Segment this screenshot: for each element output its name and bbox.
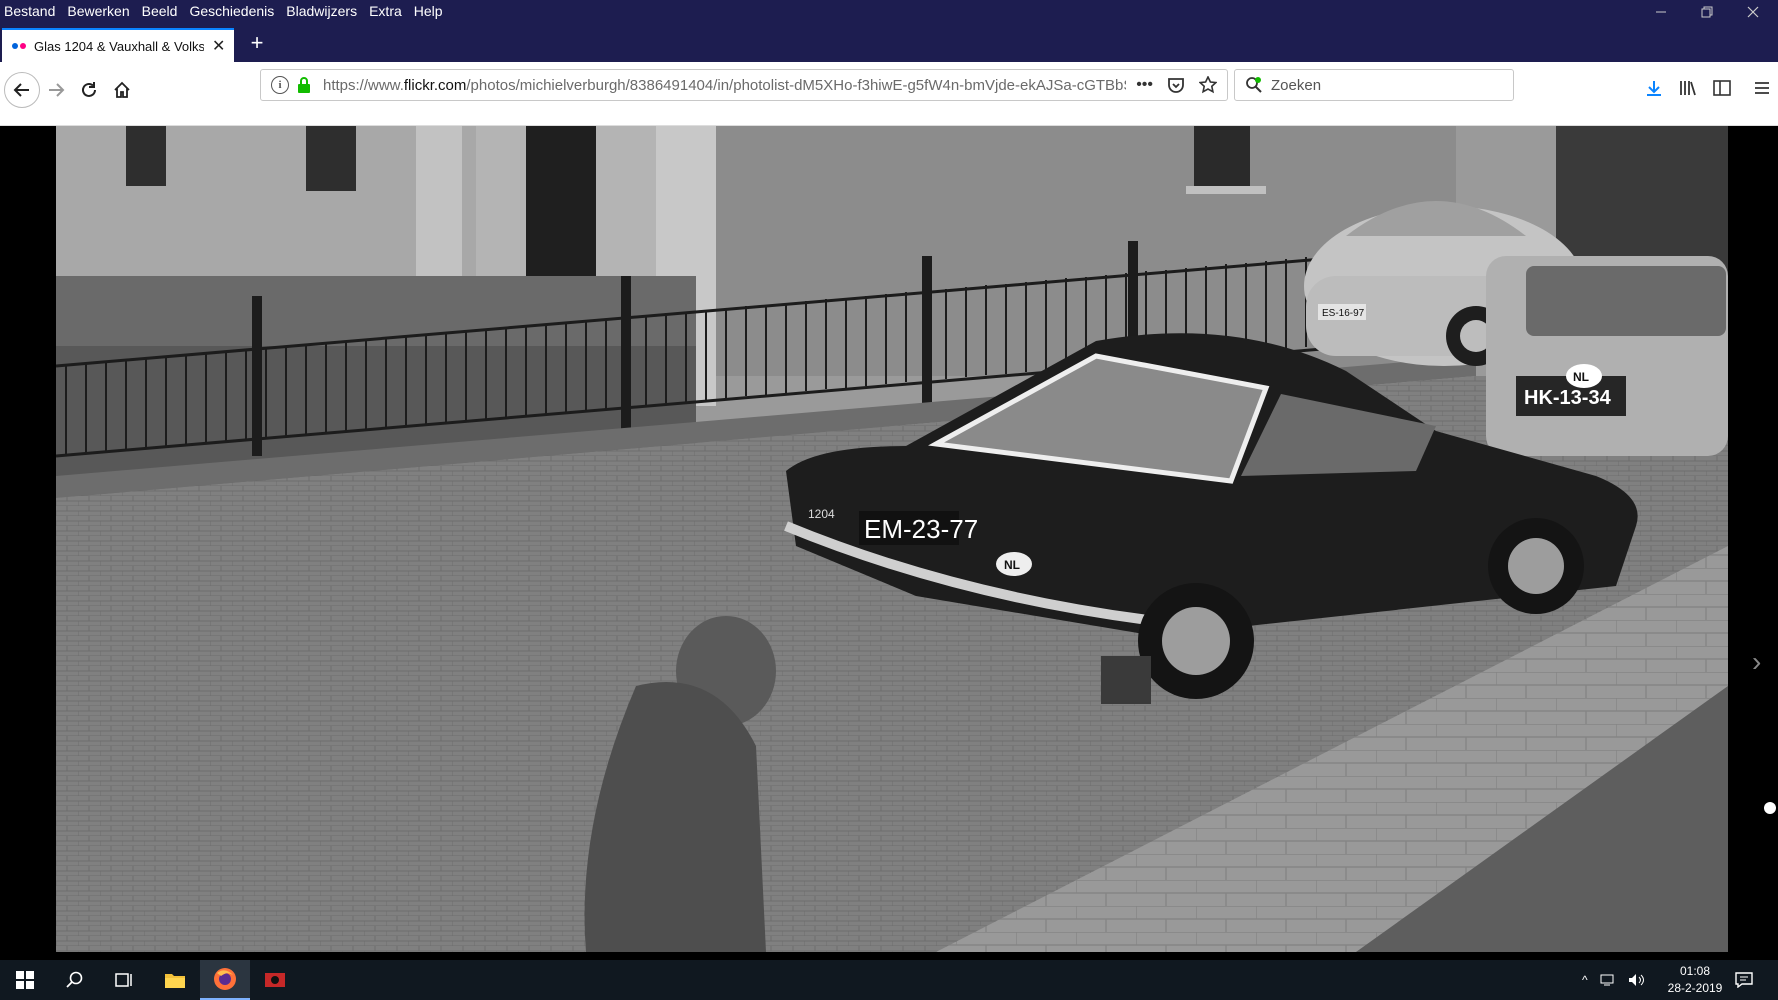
menu-geschiedenis[interactable]: Geschiedenis bbox=[189, 3, 274, 19]
menu-bladwijzers[interactable]: Bladwijzers bbox=[286, 3, 357, 19]
menu-help[interactable]: Help bbox=[414, 3, 443, 19]
download-icon bbox=[1647, 81, 1661, 96]
menu-extra[interactable]: Extra bbox=[369, 3, 402, 19]
reload-button[interactable] bbox=[71, 72, 107, 108]
address-bar[interactable]: i https://www.flickr.com/photos/michielv… bbox=[260, 69, 1228, 101]
flickr-photo[interactable]: ES-16-97 HK-13-34 NL EM-23-77 1204 NL bbox=[56, 126, 1728, 952]
menu-button[interactable] bbox=[1748, 74, 1776, 102]
glas-plate-text: EM-23-77 bbox=[864, 514, 978, 544]
street-scene-photo: ES-16-97 HK-13-34 NL EM-23-77 1204 NL bbox=[56, 126, 1728, 952]
windows-taskbar: ^ 01:08 28-2-2019 bbox=[0, 960, 1778, 1000]
file-explorer-button[interactable] bbox=[150, 960, 200, 1000]
taskbar-search-button[interactable] bbox=[50, 960, 100, 1000]
library-icon bbox=[1680, 81, 1696, 96]
tab-strip: Glas 1204 & Vauxhall & Volksw ✕ + bbox=[0, 24, 1778, 62]
firefox-taskbar-button[interactable] bbox=[200, 960, 250, 1000]
restore-icon bbox=[1701, 6, 1713, 18]
search-icon bbox=[66, 971, 83, 988]
forward-button[interactable] bbox=[38, 72, 74, 108]
app-icon bbox=[265, 973, 285, 987]
lock-icon bbox=[297, 77, 311, 93]
url-domain: flickr.com bbox=[403, 76, 467, 94]
tab-flickr[interactable]: Glas 1204 & Vauxhall & Volksw ✕ bbox=[2, 28, 234, 62]
scroll-handle[interactable] bbox=[1764, 802, 1776, 814]
sidebar-button[interactable] bbox=[1708, 74, 1736, 102]
beetle-plate-text: ES-16-97 bbox=[1322, 308, 1365, 319]
task-view-icon bbox=[115, 973, 132, 987]
page-actions: ••• bbox=[1126, 76, 1227, 94]
new-tab-button[interactable]: + bbox=[242, 28, 272, 58]
start-button[interactable] bbox=[0, 960, 50, 1000]
menu-items: Bestand Bewerken Beeld Geschiedenis Blad… bbox=[4, 3, 443, 19]
url-text[interactable]: https://www.flickr.com/photos/michielver… bbox=[323, 77, 1126, 94]
downloads-button[interactable] bbox=[1640, 74, 1668, 102]
home-icon bbox=[114, 81, 130, 98]
site-info-icon[interactable]: i bbox=[271, 76, 289, 94]
back-arrow-icon bbox=[13, 83, 29, 97]
search-placeholder: Zoeken bbox=[1271, 76, 1322, 94]
firefox-icon bbox=[214, 968, 236, 990]
menu-bewerken[interactable]: Bewerken bbox=[67, 3, 129, 19]
forward-arrow-icon bbox=[49, 83, 65, 97]
tab-title: Glas 1204 & Vauxhall & Volksw bbox=[34, 38, 204, 54]
volume-icon[interactable] bbox=[1628, 973, 1646, 987]
task-view-button[interactable] bbox=[100, 960, 150, 1000]
vauxhall-plate-text: HK-13-34 bbox=[1524, 387, 1612, 409]
notification-icon bbox=[1735, 972, 1753, 988]
home-button[interactable] bbox=[104, 72, 140, 108]
app-taskbar-button[interactable] bbox=[250, 960, 300, 1000]
vauxhall-car: HK-13-34 NL bbox=[1486, 256, 1728, 456]
back-button[interactable] bbox=[4, 72, 40, 108]
library-button[interactable] bbox=[1674, 74, 1702, 102]
menu-bestand[interactable]: Bestand bbox=[4, 3, 55, 19]
minimize-icon bbox=[1656, 11, 1666, 13]
search-icon bbox=[1246, 77, 1262, 93]
photo-viewer: ES-16-97 HK-13-34 NL EM-23-77 1204 NL › bbox=[0, 126, 1778, 960]
flickr-favicon-icon bbox=[12, 43, 26, 49]
network-icon[interactable] bbox=[1600, 973, 1618, 987]
bookmark-star-icon[interactable] bbox=[1199, 76, 1217, 94]
browser-window: Bestand Bewerken Beeld Geschiedenis Blad… bbox=[0, 0, 1778, 1000]
url-path: /photos/michielverburgh/8386491404/in/ph… bbox=[466, 76, 1127, 94]
close-window-button[interactable] bbox=[1730, 0, 1776, 24]
glas-nl-badge: NL bbox=[1004, 558, 1020, 572]
hamburger-icon bbox=[1755, 82, 1769, 94]
url-prefix: https://www. bbox=[323, 76, 404, 94]
menu-beeld[interactable]: Beeld bbox=[142, 3, 178, 19]
tab-close-icon[interactable]: ✕ bbox=[212, 36, 225, 56]
minimize-button[interactable] bbox=[1638, 0, 1684, 24]
restore-button[interactable] bbox=[1684, 0, 1730, 24]
page-actions-menu-icon[interactable]: ••• bbox=[1136, 76, 1153, 94]
menu-bar: Bestand Bewerken Beeld Geschiedenis Blad… bbox=[0, 0, 1778, 24]
windows-logo-icon bbox=[16, 971, 34, 989]
pocket-icon[interactable] bbox=[1167, 76, 1185, 94]
action-center-button[interactable] bbox=[1720, 960, 1768, 1000]
reload-icon bbox=[82, 82, 96, 97]
navigation-bar: i https://www.flickr.com/photos/michielv… bbox=[0, 62, 1778, 126]
close-icon bbox=[1747, 6, 1759, 18]
vauxhall-nl-badge: NL bbox=[1573, 370, 1589, 384]
folder-icon bbox=[165, 974, 185, 988]
search-field[interactable]: Zoeken bbox=[1234, 69, 1514, 101]
show-hidden-icons-icon[interactable]: ^ bbox=[1582, 973, 1588, 987]
sidebar-icon bbox=[1713, 80, 1731, 96]
next-photo-arrow-icon[interactable]: › bbox=[1752, 646, 1761, 678]
glas-badge-text: 1204 bbox=[808, 507, 835, 521]
system-tray: ^ bbox=[1582, 960, 1646, 1000]
